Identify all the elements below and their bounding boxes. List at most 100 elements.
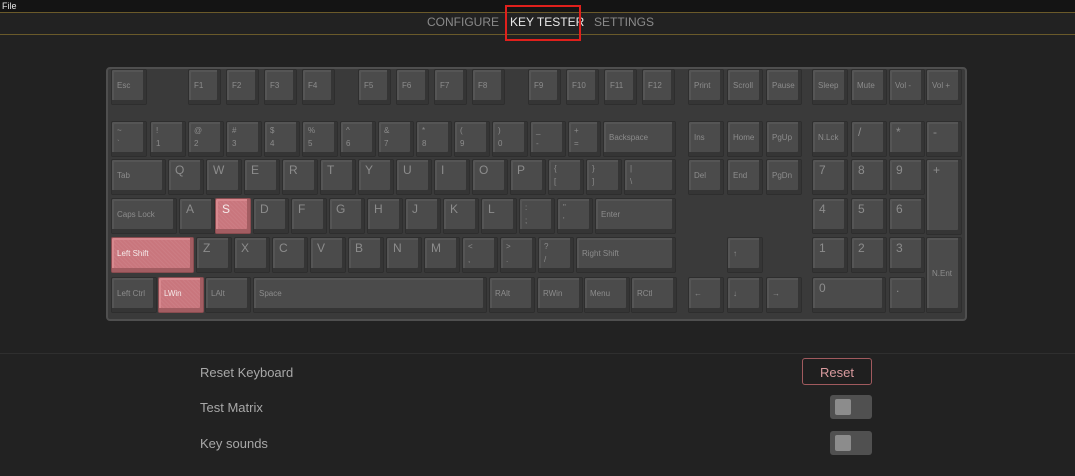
key-rwin[interactable]: RWin — [537, 277, 583, 313]
key-w[interactable]: W — [206, 159, 242, 195]
key-pgdn[interactable]: PgDn — [766, 159, 802, 195]
key-f10[interactable]: F10 — [566, 69, 599, 105]
key-semicolon[interactable]: :; — [519, 198, 555, 234]
key-lbracket[interactable]: {[ — [548, 159, 584, 195]
key-slash[interactable]: ? / — [538, 237, 574, 273]
key-tab[interactable]: Tab — [111, 159, 166, 195]
key-ins[interactable]: Ins — [688, 121, 724, 157]
key-l[interactable]: L — [481, 198, 517, 234]
key-esc[interactable]: Esc — [111, 69, 147, 105]
key-n8[interactable]: * 8 — [416, 121, 452, 157]
key-sleep[interactable]: Sleep — [812, 69, 848, 105]
tab-configure[interactable]: CONFIGURE — [427, 13, 499, 34]
key-equal[interactable]: + = — [568, 121, 601, 157]
key-lctrl[interactable]: Left Ctrl — [111, 277, 157, 313]
key-kp1[interactable]: 1 — [812, 237, 848, 273]
key-scroll[interactable]: Scroll — [727, 69, 763, 105]
key-ralt[interactable]: RAlt — [489, 277, 535, 313]
key-m[interactable]: M — [424, 237, 460, 273]
key-home[interactable]: Home — [727, 121, 763, 157]
key-minus[interactable]: _ - — [530, 121, 566, 157]
key-backspace[interactable]: Backspace — [603, 121, 676, 157]
key-g[interactable]: G — [329, 198, 365, 234]
key-kp7[interactable]: 7 — [812, 159, 848, 195]
key-kp8[interactable]: 8 — [851, 159, 887, 195]
key-a[interactable]: A — [179, 198, 215, 234]
key-h[interactable]: H — [367, 198, 403, 234]
key-mute[interactable]: Mute — [851, 69, 887, 105]
key-voldown[interactable]: Vol - — [889, 69, 925, 105]
key-del[interactable]: Del — [688, 159, 724, 195]
key-kp9[interactable]: 9 — [889, 159, 925, 195]
key-f3[interactable]: F3 — [264, 69, 297, 105]
key-rbracket[interactable]: }] — [586, 159, 622, 195]
key-menu[interactable]: Menu — [584, 277, 630, 313]
key-quote[interactable]: " ' — [557, 198, 593, 234]
key-n0[interactable]: ) 0 — [492, 121, 528, 157]
key-lwin[interactable]: LWin — [158, 277, 204, 313]
key-f12[interactable]: F12 — [642, 69, 675, 105]
key-f7[interactable]: F7 — [434, 69, 467, 105]
key-kp6[interactable]: 6 — [889, 198, 925, 234]
key-nlck[interactable]: N.Lck — [812, 121, 848, 157]
key-n9[interactable]: (9 — [454, 121, 490, 157]
key-print[interactable]: Print — [688, 69, 724, 105]
key-s[interactable]: S — [215, 198, 251, 234]
key-pgup[interactable]: PgUp — [766, 121, 802, 157]
key-kpplus[interactable]: + — [926, 159, 962, 235]
key-f4[interactable]: F4 — [302, 69, 335, 105]
key-n1[interactable]: ! 1 — [150, 121, 186, 157]
key-kp4[interactable]: 4 — [812, 198, 848, 234]
key-rshift[interactable]: Right Shift — [576, 237, 676, 273]
key-f6[interactable]: F6 — [396, 69, 429, 105]
key-end[interactable]: End — [727, 159, 763, 195]
key-space[interactable]: Space — [253, 277, 487, 313]
key-t[interactable]: T — [320, 159, 356, 195]
key-i[interactable]: I — [434, 159, 470, 195]
key-f9[interactable]: F9 — [528, 69, 561, 105]
test-matrix-toggle[interactable] — [830, 395, 872, 419]
key-p[interactable]: P — [510, 159, 546, 195]
key-q[interactable]: Q — [168, 159, 204, 195]
key-f11[interactable]: F11 — [604, 69, 637, 105]
key-kpdot[interactable]: . — [889, 277, 925, 313]
key-kp0[interactable]: 0 — [812, 277, 886, 313]
key-z[interactable]: Z — [196, 237, 232, 273]
key-kp5[interactable]: 5 — [851, 198, 887, 234]
key-kpslash[interactable]: / — [851, 121, 887, 157]
reset-button[interactable]: Reset — [802, 358, 872, 385]
file-menu[interactable]: File — [2, 0, 17, 12]
key-period[interactable]: >. — [500, 237, 536, 273]
key-f1[interactable]: F1 — [188, 69, 221, 105]
key-kpenter[interactable]: N.Ent — [926, 237, 962, 313]
key-kpminus[interactable]: - — [926, 121, 962, 157]
key-k[interactable]: K — [443, 198, 479, 234]
key-c[interactable]: C — [272, 237, 308, 273]
key-kp3[interactable]: 3 — [889, 237, 925, 273]
key-n2[interactable]: @2 — [188, 121, 224, 157]
key-kpstar[interactable]: * — [889, 121, 925, 157]
key-o[interactable]: O — [472, 159, 508, 195]
key-up[interactable]: ↑ — [727, 237, 763, 273]
key-caps[interactable]: Caps Lock — [111, 198, 177, 234]
key-x[interactable]: X — [234, 237, 270, 273]
key-rctl[interactable]: RCtl — [631, 277, 677, 313]
key-enter[interactable]: Enter — [595, 198, 676, 234]
key-f2[interactable]: F2 — [226, 69, 259, 105]
tab-settings[interactable]: SETTINGS — [594, 13, 654, 34]
key-v[interactable]: V — [310, 237, 346, 273]
key-y[interactable]: Y — [358, 159, 394, 195]
key-left[interactable]: ← — [688, 277, 724, 313]
key-pause[interactable]: Pause — [766, 69, 802, 105]
key-lalt[interactable]: LAlt — [205, 277, 251, 313]
key-f5[interactable]: F5 — [358, 69, 391, 105]
key-f8[interactable]: F8 — [472, 69, 505, 105]
key-down[interactable]: ↓ — [727, 277, 763, 313]
key-j[interactable]: J — [405, 198, 441, 234]
key-sounds-toggle[interactable] — [830, 431, 872, 455]
key-b[interactable]: B — [348, 237, 384, 273]
key-n5[interactable]: % 5 — [302, 121, 338, 157]
key-n3[interactable]: #3 — [226, 121, 262, 157]
key-lshift[interactable]: Left Shift — [111, 237, 194, 273]
key-right[interactable]: → — [766, 277, 802, 313]
